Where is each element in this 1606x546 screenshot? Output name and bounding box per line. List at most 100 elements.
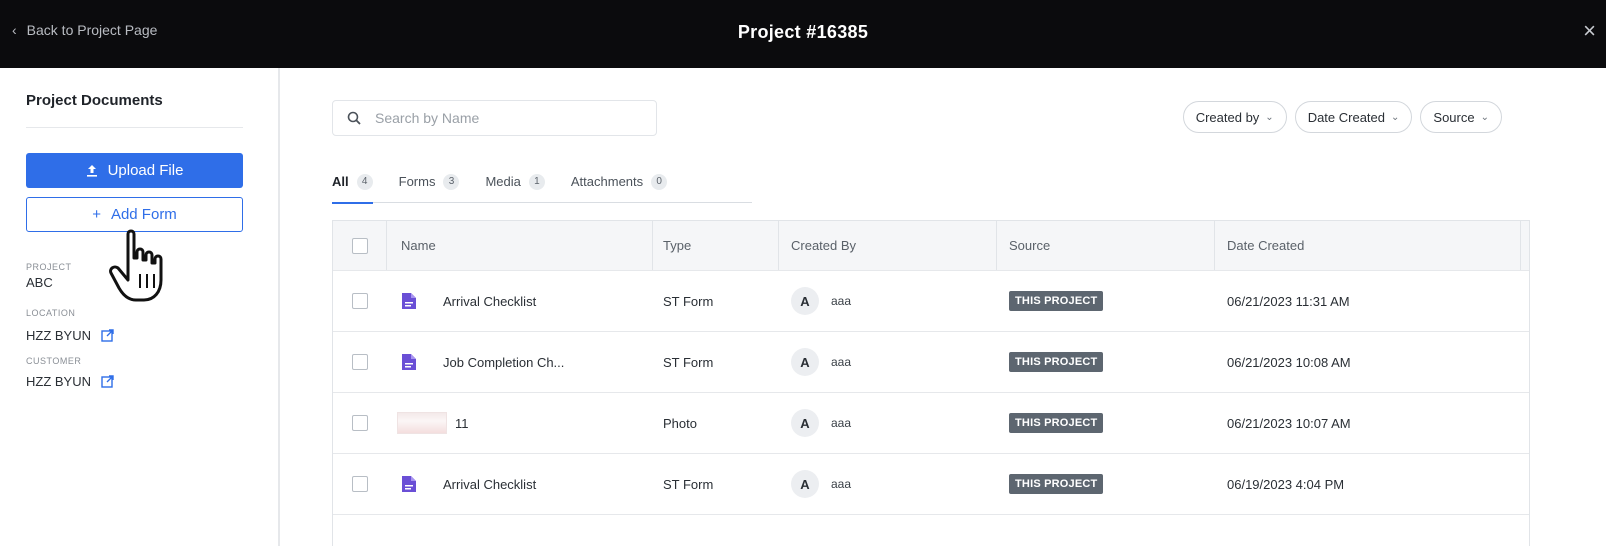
avatar: A: [791, 348, 819, 376]
created-by-filter-label: Created by: [1195, 109, 1260, 125]
date-cell: 06/21/2023 10:07 AM: [1227, 415, 1351, 431]
source-cell: THIS PROJECT: [997, 271, 1215, 331]
source-filter-label: Source: [1433, 109, 1475, 125]
project-value: ABC: [26, 275, 53, 290]
chevron-down-icon: ⌄: [1391, 111, 1400, 123]
tab-all[interactable]: All 4: [332, 160, 373, 204]
user-name: aaa: [831, 355, 852, 369]
source-cell: THIS PROJECT: [997, 332, 1215, 392]
status-badge: THIS PROJECT: [1009, 352, 1104, 372]
customer-label: CUSTOMER: [26, 356, 82, 366]
created-by-cell: A aaa: [779, 393, 997, 453]
created-by-cell: A aaa: [779, 454, 997, 514]
location-label: LOCATION: [26, 308, 76, 318]
date-cell: 06/19/2023 4:04 PM: [1227, 476, 1345, 492]
add-form-button[interactable]: + Add Form: [26, 197, 243, 232]
status-badge: THIS PROJECT: [1009, 413, 1104, 433]
project-name: ABC: [26, 275, 53, 290]
type-cell: ST Form: [663, 354, 714, 370]
tab-forms[interactable]: Forms 3: [399, 160, 460, 203]
status-badge: THIS PROJECT: [1009, 474, 1104, 494]
search-input[interactable]: [375, 110, 615, 126]
date-cell: 06/21/2023 11:31 AM: [1227, 293, 1350, 309]
type-cell: ST Form: [663, 293, 714, 309]
type-cell: ST Form: [663, 476, 714, 492]
form-icon: [402, 476, 416, 492]
name-cell: Arrival Checklist: [387, 454, 653, 514]
document-name[interactable]: 11: [455, 416, 469, 431]
documents-table: Name Type Created By Source Date Created…: [332, 220, 1530, 546]
chevron-down-icon: ⌄: [1265, 111, 1274, 123]
tab-label: All: [332, 174, 349, 189]
tab-label: Attachments: [570, 174, 644, 189]
search-icon: [347, 111, 361, 125]
tab-attachments[interactable]: Attachments 0: [570, 160, 668, 203]
tab-count-badge: 4: [356, 173, 373, 190]
tab-media[interactable]: Media 1: [485, 160, 545, 203]
column-header-name[interactable]: Name: [387, 221, 653, 270]
source-filter[interactable]: Source ⌄: [1420, 101, 1502, 133]
location-value: HZZ BYUN: [26, 328, 114, 343]
row-checkbox[interactable]: [352, 293, 368, 309]
document-name[interactable]: Job Completion Ch...: [443, 355, 564, 370]
created-by-cell: A aaa: [779, 271, 997, 331]
plus-icon: +: [92, 206, 101, 223]
upload-file-label: Upload File: [107, 162, 184, 179]
column-header-date-created[interactable]: Date Created: [1215, 221, 1521, 270]
avatar: A: [791, 409, 819, 437]
user-name: aaa: [831, 416, 852, 430]
row-checkbox-cell: [333, 271, 387, 331]
source-cell: THIS PROJECT: [997, 454, 1215, 514]
project-label: PROJECT: [26, 262, 72, 272]
chevron-down-icon: ⌄: [1480, 111, 1489, 123]
tab-count-badge: 0: [651, 173, 668, 190]
column-header-source[interactable]: Source: [997, 221, 1215, 270]
sidebar: Project Documents Upload File + Add Form…: [0, 68, 280, 546]
row-checkbox-cell: [333, 393, 387, 453]
sidebar-title: Project Documents: [26, 92, 163, 109]
external-link-icon[interactable]: [101, 329, 114, 342]
page-title: Project #16385: [737, 22, 869, 42]
select-all-checkbox[interactable]: [351, 237, 368, 254]
location-name: HZZ BYUN: [26, 328, 91, 343]
column-header-type[interactable]: Type: [653, 221, 779, 270]
hand-cursor-icon: [109, 229, 163, 302]
tab-count-badge: 3: [443, 173, 460, 190]
tab-label: Media: [485, 174, 521, 189]
row-checkbox[interactable]: [352, 476, 368, 492]
tab-label: Forms: [398, 174, 436, 189]
name-cell: 11: [387, 393, 653, 453]
document-name[interactable]: Arrival Checklist: [443, 294, 536, 309]
sidebar-divider: [26, 127, 243, 128]
close-icon[interactable]: ×: [1583, 18, 1596, 44]
external-link-icon[interactable]: [101, 375, 114, 388]
date-created-filter[interactable]: Date Created ⌄: [1294, 101, 1413, 133]
date-created-filter-label: Date Created: [1307, 109, 1386, 125]
source-cell: THIS PROJECT: [997, 393, 1215, 453]
avatar: A: [791, 470, 819, 498]
user-name: aaa: [831, 294, 852, 308]
row-checkbox[interactable]: [352, 415, 368, 431]
customer-name: HZZ BYUN: [26, 374, 91, 389]
upload-file-button[interactable]: Upload File: [26, 153, 243, 188]
search-box: [332, 100, 657, 136]
table-row[interactable]: 11 Photo A aaa THIS PROJECT 06/21/2023 1…: [333, 393, 1529, 454]
header-checkbox-cell: [333, 221, 387, 270]
name-cell: Job Completion Ch...: [387, 332, 653, 392]
customer-value: HZZ BYUN: [26, 374, 114, 389]
table-header-row: Name Type Created By Source Date Created: [333, 221, 1529, 271]
row-checkbox[interactable]: [352, 354, 368, 370]
document-tabs: All 4 Forms 3 Media 1 Attachments 0: [332, 160, 752, 204]
column-header-created-by[interactable]: Created By: [779, 221, 997, 270]
table-row[interactable]: Job Completion Ch... ST Form A aaa THIS …: [333, 332, 1529, 393]
created-by-filter[interactable]: Created by ⌄: [1182, 101, 1287, 133]
user-name: aaa: [831, 477, 852, 491]
photo-thumbnail: [397, 412, 447, 434]
table-row[interactable]: Arrival Checklist ST Form A aaa THIS PRO…: [333, 454, 1529, 515]
top-bar: ‹ Back to Project Page Project #16385 ×: [0, 0, 1606, 68]
form-icon: [402, 354, 416, 370]
row-checkbox-cell: [333, 454, 387, 514]
document-name[interactable]: Arrival Checklist: [443, 477, 536, 492]
upload-icon: [86, 165, 97, 177]
table-row[interactable]: Arrival Checklist ST Form A aaa THIS PRO…: [333, 271, 1529, 332]
